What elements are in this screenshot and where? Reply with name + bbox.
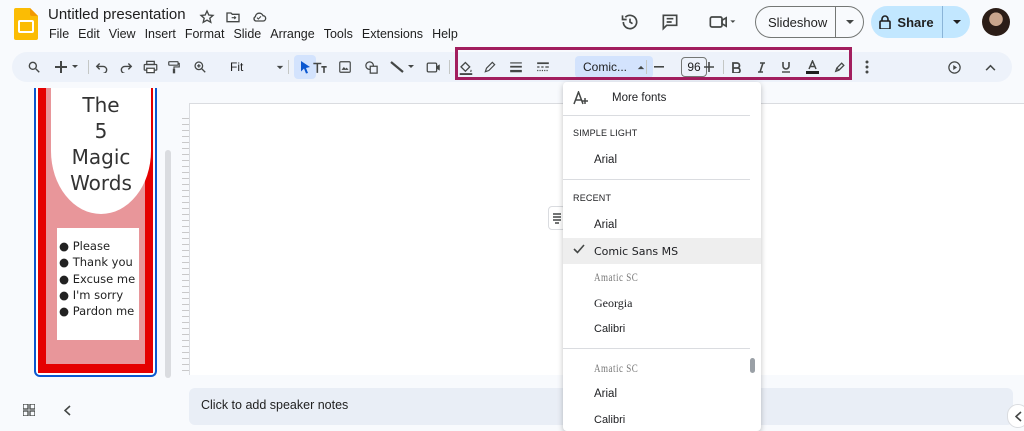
menu-tools[interactable]: Tools (324, 27, 358, 41)
paint-format-icon[interactable] (164, 56, 184, 78)
thumb-title-line: 5 (94, 119, 108, 143)
version-history-icon[interactable] (614, 6, 646, 38)
section-heading-theme: SIMPLE LIGHT (573, 128, 638, 138)
font-menu: More fonts SIMPLE LIGHT Arial RECENT Ari… (563, 82, 761, 431)
lock-icon (879, 15, 892, 29)
menu-slide[interactable]: Slide (233, 27, 266, 41)
shape-icon[interactable] (361, 56, 381, 78)
font-menu-scrollbar[interactable] (750, 358, 755, 373)
document-title[interactable]: Untitled presentation (48, 6, 186, 23)
share-button[interactable]: Share (871, 6, 970, 38)
font-label: Calibri (594, 323, 626, 335)
thumb-title-line: The (82, 93, 120, 117)
thumbnail-title-oval: The 5 Magic Words (51, 88, 151, 214)
collapse-filmstrip-icon[interactable] (57, 400, 77, 420)
zoom-icon[interactable] (190, 56, 210, 78)
zoom-select[interactable]: Fit (228, 56, 286, 78)
comment-add-icon[interactable] (423, 56, 443, 78)
slideshow-dropdown-icon[interactable] (836, 19, 863, 25)
menu-arrange[interactable]: Arrange (270, 27, 319, 41)
star-icon[interactable] (198, 8, 216, 26)
more-fonts-icon (573, 91, 588, 105)
slides-logo[interactable] (14, 8, 38, 40)
thumb-title-line: Words (70, 171, 132, 195)
font-item-calibri[interactable]: Calibri (563, 316, 761, 342)
font-item-comic-sans-ms[interactable]: Comic Sans MS (563, 238, 761, 264)
menu-insert[interactable]: Insert (145, 27, 181, 41)
annotation-highlight-frame (455, 47, 852, 80)
move-to-folder-icon[interactable] (224, 8, 242, 26)
font-label: Amatic SC (594, 270, 639, 284)
thumb-bullet: ● Pardon me (59, 304, 135, 319)
menu-format[interactable]: Format (185, 27, 230, 41)
font-label: Comic Sans MS (594, 244, 679, 258)
more-fonts-label: More fonts (612, 92, 667, 104)
menu-edit[interactable]: Edit (78, 27, 105, 41)
redo-icon[interactable] (116, 56, 136, 78)
grid-view-icon[interactable] (19, 400, 39, 420)
font-item-amatic-sc[interactable]: Amatic SC (563, 264, 761, 290)
meet-icon[interactable] (700, 6, 744, 38)
more-fonts-item[interactable]: More fonts (563, 84, 761, 112)
font-item-arial-all[interactable]: Arial (563, 381, 761, 407)
font-label: Arial (594, 388, 618, 400)
font-item-arial[interactable]: Arial (563, 212, 761, 238)
share-label[interactable]: Share (897, 15, 933, 30)
thumb-bullet: ● Thank you (59, 255, 133, 270)
more-options-icon[interactable] (860, 56, 874, 78)
comments-icon[interactable] (654, 6, 686, 38)
chevron-down-icon (276, 65, 284, 69)
cloud-status-icon[interactable] (250, 8, 268, 26)
thumb-title-line: Magic (71, 145, 131, 169)
menu-extensions[interactable]: Extensions (362, 27, 428, 41)
menu-help[interactable]: Help (432, 27, 463, 41)
slideshow-button[interactable]: Slideshow (755, 6, 864, 38)
slide-thumbnail[interactable]: The 5 Magic Words ● Please ● Thank you ●… (34, 88, 157, 377)
new-slide-icon[interactable] (52, 56, 82, 78)
zoom-value: Fit (230, 60, 244, 74)
menu-file[interactable]: File (49, 27, 74, 41)
search-menus-icon[interactable] (24, 56, 44, 78)
menu-bar: File Edit View Insert Format Slide Arran… (49, 27, 467, 41)
font-label: Calibri (594, 414, 626, 426)
filmstrip-scrollbar[interactable] (165, 150, 171, 378)
insert-image-icon[interactable] (335, 56, 355, 78)
thumbnail-bullet-list: ● Please ● Thank you ● Excuse me ● I'm s… (57, 228, 139, 340)
menu-view[interactable]: View (109, 27, 141, 41)
thumb-bullet: ● I'm sorry (59, 287, 124, 302)
checkmark-icon (573, 244, 585, 254)
font-label: Amatic SC (594, 361, 639, 375)
side-panel-toggle-icon[interactable] (1007, 404, 1024, 428)
font-label: Arial (594, 219, 618, 231)
undo-icon[interactable] (92, 56, 112, 78)
filmstrip: The 5 Magic Words ● Please ● Thank you ●… (0, 88, 178, 388)
slideshow-label[interactable]: Slideshow (756, 7, 836, 37)
collapse-toolbar-icon[interactable] (980, 56, 1000, 78)
print-icon[interactable] (140, 56, 160, 78)
font-label: Arial (594, 154, 618, 166)
text-box-icon[interactable] (310, 56, 330, 78)
account-avatar[interactable] (982, 8, 1010, 36)
section-heading-recent: RECENT (573, 193, 612, 203)
play-circle-icon[interactable] (944, 56, 964, 78)
font-item-amatic-sc-all[interactable]: Amatic SC (563, 355, 761, 381)
font-item-calibri-all[interactable]: Calibri (563, 407, 761, 431)
thumb-bullet: ● Please (59, 239, 111, 253)
font-item-arial-theme[interactable]: Arial (563, 147, 761, 173)
thumb-bullet: ● Excuse me (59, 271, 136, 286)
font-label: Georgia (594, 295, 633, 310)
line-tool-icon[interactable] (387, 56, 419, 78)
share-dropdown-icon[interactable] (943, 19, 970, 25)
font-item-georgia[interactable]: Georgia (563, 290, 761, 316)
